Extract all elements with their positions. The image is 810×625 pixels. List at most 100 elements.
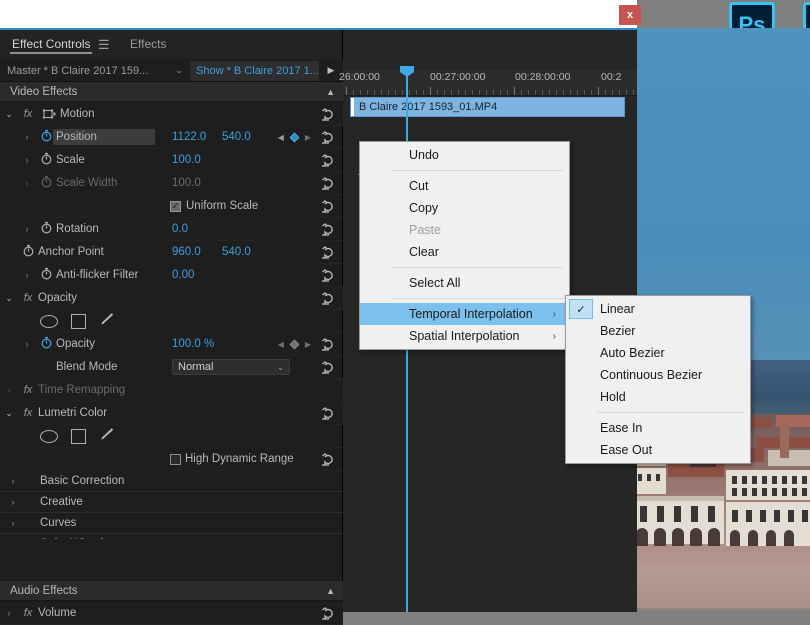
property-value-x[interactable]: 1122.0: [172, 131, 206, 143]
section-header-audio-effects[interactable]: Audio Effects ▲: [0, 581, 343, 601]
reset-icon[interactable]: [321, 268, 336, 283]
menu-item-clear[interactable]: Clear: [360, 241, 569, 263]
twirl-icon[interactable]: ⌄: [0, 109, 18, 120]
twirl-icon[interactable]: ⌄: [0, 408, 18, 419]
property-row-blend-mode[interactable]: Blend Mode Normal ⌄: [0, 356, 343, 379]
lumetri-subsection-color-wheels[interactable]: › Color Wheels: [0, 534, 343, 539]
property-row-scale-width[interactable]: › Scale Width 100.0: [0, 172, 343, 195]
reset-icon[interactable]: [321, 176, 336, 191]
stopwatch-icon[interactable]: [18, 244, 38, 260]
twirl-icon[interactable]: ›: [18, 132, 36, 142]
reset-icon[interactable]: [321, 130, 336, 145]
interpolation-submenu[interactable]: ✓ Linear Bezier Auto Bezier Continuous B…: [565, 295, 751, 464]
panel-menu-icon[interactable]: ☰: [98, 30, 110, 59]
effect-row-lumetri-color[interactable]: ⌄ fx Lumetri Color: [0, 402, 343, 425]
menu-item-spatial-interpolation[interactable]: Spatial Interpolation ›: [360, 325, 569, 347]
menu-item-select-all[interactable]: Select All: [360, 272, 569, 294]
reset-icon[interactable]: [321, 107, 336, 122]
ellipse-mask-icon[interactable]: [40, 429, 58, 443]
effect-row-time-remapping[interactable]: › fx Time Remapping: [0, 379, 343, 402]
twirl-icon[interactable]: ›: [18, 155, 36, 165]
twirl-icon[interactable]: ›: [18, 339, 36, 349]
chevron-down-icon[interactable]: ⌄: [168, 65, 190, 76]
submenu-item-ease-in[interactable]: Ease In: [566, 417, 750, 439]
twirl-icon[interactable]: ›: [0, 476, 26, 486]
submenu-item-continuous-bezier[interactable]: Continuous Bezier: [566, 364, 750, 386]
property-value-x[interactable]: 960.0: [172, 246, 201, 258]
collapse-icon[interactable]: ▲: [326, 82, 335, 102]
stopwatch-icon[interactable]: [36, 152, 56, 168]
timeline-ruler[interactable]: 26:00:00 00:27:00:00 00:28:00:00 00:2: [339, 70, 637, 96]
pen-mask-icon[interactable]: [99, 312, 114, 331]
twirl-icon[interactable]: ⌄: [0, 293, 18, 304]
submenu-item-auto-bezier[interactable]: Auto Bezier: [566, 342, 750, 364]
effect-row-volume[interactable]: › fx Volume: [0, 602, 343, 625]
hdr-checkbox[interactable]: [170, 453, 181, 465]
property-value-y[interactable]: 540.0: [222, 131, 251, 143]
property-row-scale[interactable]: › Scale 100.0: [0, 149, 343, 172]
master-clip-field[interactable]: Master * B Claire 2017 159...: [0, 61, 168, 81]
property-row-uniform-scale[interactable]: ✓ Uniform Scale: [0, 195, 343, 218]
twirl-icon[interactable]: ›: [18, 178, 36, 188]
tab-effect-controls[interactable]: Effect Controls: [4, 30, 98, 59]
reset-icon[interactable]: [321, 406, 336, 421]
twirl-icon[interactable]: ›: [18, 270, 36, 280]
add-keyframe-icon[interactable]: [289, 132, 300, 142]
prev-keyframe-icon[interactable]: ◀: [278, 340, 284, 349]
uniform-scale-checkbox[interactable]: ✓: [170, 200, 181, 212]
sequence-clip-field[interactable]: Show * B Claire 2017 1...: [190, 60, 319, 81]
effect-row-opacity[interactable]: ⌄ fx Opacity: [0, 287, 343, 310]
submenu-item-hold[interactable]: Hold: [566, 386, 750, 408]
reset-icon[interactable]: [321, 245, 336, 260]
keyframe-navigator[interactable]: ◀ ▶: [278, 132, 311, 142]
reset-icon[interactable]: [321, 337, 336, 352]
tab-effects[interactable]: Effects: [122, 30, 174, 59]
property-value[interactable]: 0.0: [172, 223, 188, 235]
next-keyframe-icon[interactable]: ▶: [305, 133, 311, 142]
next-keyframe-icon[interactable]: ▶: [305, 340, 311, 349]
property-row-rotation[interactable]: › Rotation 0.0: [0, 218, 343, 241]
submenu-item-bezier[interactable]: Bezier: [566, 320, 750, 342]
property-row-high-dynamic-range[interactable]: High Dynamic Range: [0, 448, 343, 471]
reset-icon[interactable]: [321, 291, 336, 306]
property-value[interactable]: 100.0: [172, 154, 201, 166]
reset-icon[interactable]: [321, 222, 336, 237]
menu-item-undo[interactable]: Undo: [360, 144, 569, 166]
pen-mask-icon[interactable]: [99, 427, 114, 446]
lumetri-subsection-creative[interactable]: › Creative: [0, 492, 343, 513]
ellipse-mask-icon[interactable]: [40, 314, 58, 328]
property-value[interactable]: 0.00: [172, 269, 194, 281]
stopwatch-icon[interactable]: [36, 267, 56, 283]
reset-icon[interactable]: [321, 606, 336, 621]
close-button[interactable]: x: [619, 5, 641, 25]
property-row-anti-flicker-filter[interactable]: › Anti-flicker Filter 0.00: [0, 264, 343, 287]
reset-icon[interactable]: [321, 153, 336, 168]
prev-keyframe-icon[interactable]: ◀: [278, 133, 284, 142]
reset-icon[interactable]: [321, 452, 336, 467]
twirl-icon[interactable]: ›: [0, 518, 26, 528]
property-value-y[interactable]: 540.0: [222, 246, 251, 258]
stopwatch-icon[interactable]: [36, 336, 56, 352]
menu-item-copy[interactable]: Copy: [360, 197, 569, 219]
submenu-item-linear[interactable]: ✓ Linear: [566, 298, 750, 320]
property-row-position[interactable]: › Position 1122.0 540.0 ◀ ▶: [0, 126, 343, 149]
effect-row-motion[interactable]: ⌄ fx Motion: [0, 103, 343, 126]
stopwatch-icon[interactable]: [36, 175, 56, 191]
stopwatch-icon[interactable]: [36, 221, 56, 237]
menu-item-temporal-interpolation[interactable]: Temporal Interpolation ›: [360, 303, 569, 325]
reset-icon[interactable]: [321, 199, 336, 214]
blend-mode-select[interactable]: Normal ⌄: [172, 359, 290, 375]
rectangle-mask-icon[interactable]: [71, 313, 86, 329]
property-row-opacity[interactable]: › Opacity 100.0 % ◀ ▶: [0, 333, 343, 356]
menu-item-cut[interactable]: Cut: [360, 175, 569, 197]
submenu-item-ease-out[interactable]: Ease Out: [566, 439, 750, 461]
timeline-clip-bar[interactable]: B Claire 2017 1593_01.MP4: [350, 97, 625, 117]
lumetri-subsection-curves[interactable]: › Curves: [0, 513, 343, 534]
twirl-icon[interactable]: ›: [18, 224, 36, 234]
twirl-icon[interactable]: ›: [0, 497, 26, 507]
add-keyframe-icon[interactable]: [289, 339, 300, 349]
collapse-icon[interactable]: ▲: [326, 581, 335, 601]
twirl-icon[interactable]: ›: [0, 385, 18, 395]
reset-icon[interactable]: [321, 360, 336, 375]
section-header-video-effects[interactable]: Video Effects ▲: [0, 82, 343, 102]
